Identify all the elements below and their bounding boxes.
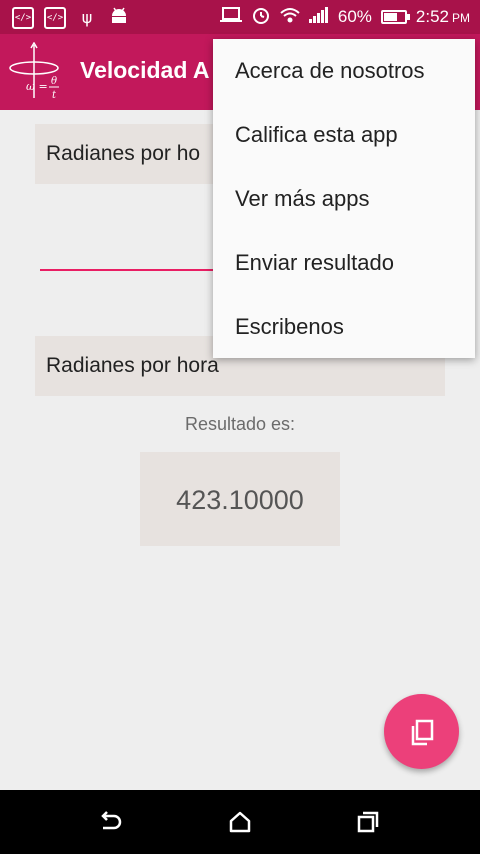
wifi-icon	[280, 6, 300, 29]
from-unit-label: Radianes por ho	[46, 142, 201, 165]
recent-apps-icon[interactable]	[356, 810, 380, 834]
menu-item-rate-app[interactable]: Califica esta app	[213, 103, 475, 167]
signal-icon	[308, 6, 329, 28]
status-bar: </> </> ψ 60% 2:52 PM	[0, 0, 480, 34]
battery-icon	[380, 10, 410, 24]
result-value: 423.10000	[176, 485, 304, 515]
code-icon: </>	[44, 7, 66, 29]
menu-item-about[interactable]: Acerca de nosotros	[213, 39, 475, 103]
copy-icon	[411, 719, 434, 746]
menu-item-write-us[interactable]: Escribenos	[213, 295, 475, 359]
home-icon[interactable]	[228, 810, 252, 834]
laptop-icon	[219, 6, 242, 28]
copy-fab-button[interactable]	[384, 694, 459, 769]
result-label: Resultado es:	[184, 414, 296, 434]
usb-icon: ψ	[81, 8, 93, 27]
clock-ampm: PM	[452, 11, 470, 25]
clock: 2:52 PM	[416, 7, 470, 27]
clock-time: 2:52	[415, 7, 449, 26]
to-unit-label: Radianes por hora	[46, 354, 219, 377]
app-logo: ω = θ t	[6, 41, 68, 102]
overflow-menu: Acerca de nosotros Califica esta app Ver…	[213, 39, 475, 358]
code-icon: </>	[12, 7, 34, 29]
app-title: Velocidad A	[80, 57, 210, 83]
android-icon	[108, 5, 130, 31]
menu-item-send-result[interactable]: Enviar resultado	[213, 231, 475, 295]
battery-percent: 60%	[337, 7, 372, 26]
navigation-bar	[0, 790, 480, 854]
menu-item-more-apps[interactable]: Ver más apps	[213, 167, 475, 231]
back-icon[interactable]	[98, 810, 124, 834]
svg-text:ω =: ω =	[26, 80, 48, 93]
svg-text:t: t	[52, 90, 57, 101]
result-box: 423.10000	[140, 452, 340, 546]
svg-text:θ: θ	[51, 76, 57, 87]
alarm-icon	[251, 5, 271, 30]
